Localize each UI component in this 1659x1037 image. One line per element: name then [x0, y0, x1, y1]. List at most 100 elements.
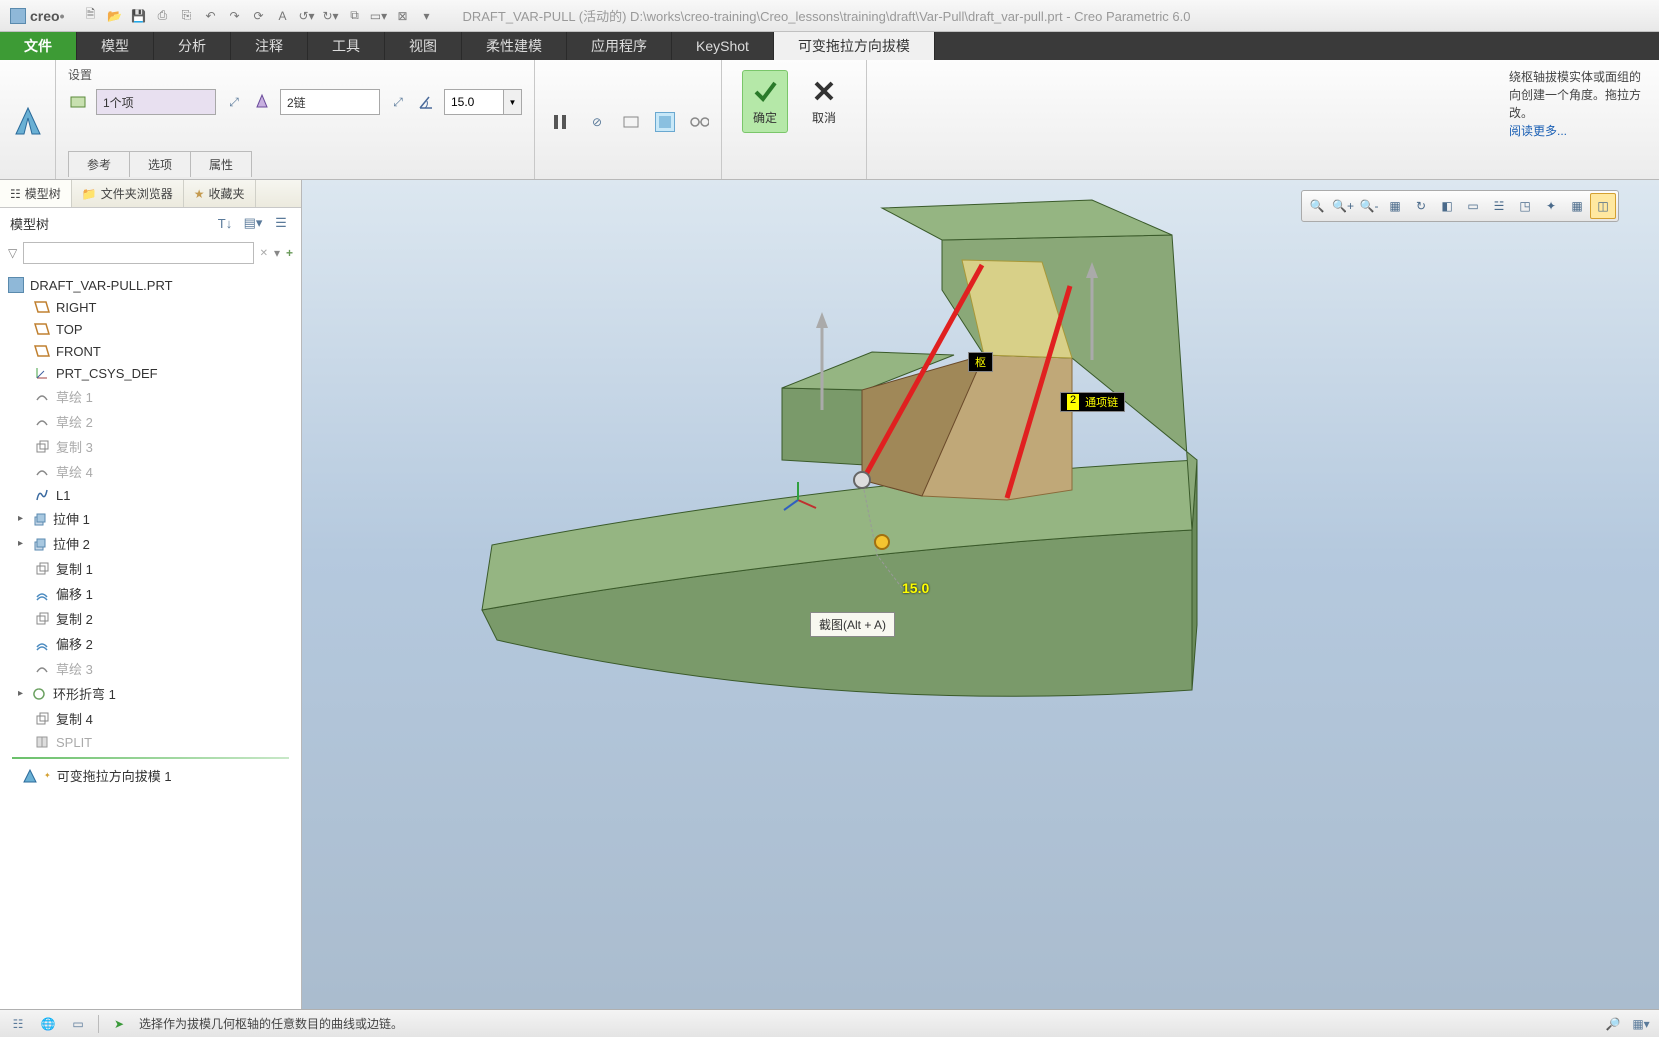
tree-item-0[interactable]: RIGHT	[4, 296, 297, 318]
flip-icon-1[interactable]: ⤢	[224, 92, 244, 112]
verify-icon[interactable]	[621, 112, 641, 132]
tab-analysis[interactable]: 分析	[154, 32, 231, 60]
tree-item-4[interactable]: 草绘 1	[4, 384, 297, 409]
flip-icon-2[interactable]: ⤢	[388, 92, 408, 112]
clear-icon[interactable]: ✕	[260, 248, 268, 259]
angle-dimension[interactable]: 15.0	[902, 580, 929, 596]
tree-item-15[interactable]: 草绘 3	[4, 656, 297, 681]
tab-keyshot[interactable]: KeyShot	[672, 32, 774, 60]
tab-flex[interactable]: 柔性建模	[462, 32, 567, 60]
tree-item-13[interactable]: 复制 2	[4, 606, 297, 631]
more-icon[interactable]: ▾	[416, 6, 436, 26]
sb-selection-icon[interactable]: ▦▾	[1631, 1014, 1651, 1034]
add-icon[interactable]: +	[286, 246, 293, 260]
pull-collector[interactable]: 2链	[280, 89, 380, 115]
surface-collector-icon[interactable]	[68, 92, 88, 112]
undo-dd-icon[interactable]: ↺▾	[296, 6, 316, 26]
filter-icon[interactable]: ▽	[8, 246, 17, 260]
tab-model[interactable]: 模型	[77, 32, 154, 60]
subtab-props[interactable]: 属性	[190, 151, 252, 177]
angle-dropdown[interactable]: ▼	[504, 89, 522, 115]
tree-tool-3[interactable]: ☰	[271, 213, 291, 233]
undo-icon[interactable]: ↶	[200, 6, 220, 26]
panel-tab-modeltree[interactable]: ☷ 模型树	[0, 180, 72, 207]
bend-icon	[31, 686, 47, 702]
viewport[interactable]: 🔍 🔍+ 🔍- ▦ ↻ ◧ ▭ ☱ ◳ ✦ ▦ ◫	[302, 180, 1659, 1009]
model-tree-panel: ☷ 模型树 📁 文件夹浏览器 ★ 收藏夹 模型树 T↓ ▤▾ ☰ ▽ ✕	[0, 180, 302, 1009]
tree-item-14[interactable]: 偏移 2	[4, 631, 297, 656]
tree-item-6[interactable]: 复制 3	[4, 434, 297, 459]
tree-item-3[interactable]: PRT_CSYS_DEF	[4, 362, 297, 384]
sketch-icon	[34, 661, 50, 677]
tree-root[interactable]: DRAFT_VAR-PULL.PRT	[4, 274, 297, 296]
tree-tool-2[interactable]: ▤▾	[243, 213, 263, 233]
tree-item-5[interactable]: 草绘 2	[4, 409, 297, 434]
tab-view[interactable]: 视图	[385, 32, 462, 60]
sb-browser-icon[interactable]: 🌐	[38, 1014, 58, 1034]
regen-icon[interactable]: ⟳	[248, 6, 268, 26]
panel-tab-fav[interactable]: ★ 收藏夹	[184, 180, 256, 207]
angle-input[interactable]: 15.0	[444, 89, 504, 115]
tree-item-16[interactable]: 环形折弯 1	[4, 681, 297, 706]
tab-draft[interactable]: 可变拖拉方向拔模	[774, 32, 935, 60]
pivot-label[interactable]: 枢	[968, 352, 993, 372]
subtab-refs[interactable]: 参考	[68, 151, 130, 177]
plane-icon	[34, 321, 50, 337]
panel-tab-folder[interactable]: 📁 文件夹浏览器	[72, 180, 184, 207]
tree-tool-1[interactable]: T↓	[215, 213, 235, 233]
copy-icon[interactable]: ⧉	[344, 6, 364, 26]
draft-feature-icon	[8, 102, 48, 142]
window-icon[interactable]: ▭▾	[368, 6, 388, 26]
chain-label[interactable]: 2 通项链	[1060, 392, 1125, 412]
model-tree[interactable]: DRAFT_VAR-PULL.PRT RIGHTTOPFRONTPRT_CSYS…	[0, 268, 301, 1009]
tree-item-label: 草绘 2	[56, 412, 93, 431]
pull-dir-icon[interactable]	[252, 92, 272, 112]
ok-button[interactable]: 确定	[742, 70, 788, 133]
tab-file[interactable]: 文件	[0, 32, 77, 60]
plane-icon	[34, 299, 50, 315]
tree-item-18[interactable]: SPLIT	[4, 731, 297, 753]
sb-window-icon[interactable]: ▭	[68, 1014, 88, 1034]
tab-tools[interactable]: 工具	[308, 32, 385, 60]
panel-tab-label: 模型树	[25, 185, 61, 202]
extrude-icon	[31, 511, 47, 527]
tree-item-12[interactable]: 偏移 1	[4, 581, 297, 606]
tree-item-label: 环形折弯 1	[53, 684, 116, 703]
pivot-text: 枢	[975, 357, 986, 369]
tree-item-11[interactable]: 复制 1	[4, 556, 297, 581]
help-link[interactable]: 阅读更多...	[1509, 122, 1649, 140]
tab-annotate[interactable]: 注释	[231, 32, 308, 60]
sb-find-icon[interactable]: 🔎	[1603, 1014, 1623, 1034]
sb-tree-icon[interactable]: ☷	[8, 1014, 28, 1034]
no-preview-icon[interactable]: ⊘	[587, 112, 607, 132]
save-as-icon[interactable]: ⎙	[152, 6, 172, 26]
tree-item-8[interactable]: L1	[4, 484, 297, 506]
hinge-value: 1个项	[103, 94, 134, 111]
print-icon[interactable]: ⎘	[176, 6, 196, 26]
tree-search-input[interactable]	[23, 242, 253, 264]
tree-item-1[interactable]: TOP	[4, 318, 297, 340]
tab-apps[interactable]: 应用程序	[567, 32, 672, 60]
hinge-collector[interactable]: 1个项	[96, 89, 216, 115]
save-icon[interactable]: 💾	[128, 6, 148, 26]
text-icon[interactable]: A	[272, 6, 292, 26]
redo-dd-icon[interactable]: ↻▾	[320, 6, 340, 26]
subtab-options[interactable]: 选项	[129, 151, 191, 177]
open-icon[interactable]: 📂	[104, 6, 124, 26]
root-label: DRAFT_VAR-PULL.PRT	[30, 278, 173, 293]
plane-icon	[34, 343, 50, 359]
tree-item-10[interactable]: 拉伸 2	[4, 531, 297, 556]
tree-item-17[interactable]: 复制 4	[4, 706, 297, 731]
attach-icon[interactable]	[655, 112, 675, 132]
pause-icon[interactable]	[547, 109, 573, 135]
tree-item-2[interactable]: FRONT	[4, 340, 297, 362]
redo-icon[interactable]: ↷	[224, 6, 244, 26]
tree-item-9[interactable]: 拉伸 1	[4, 506, 297, 531]
glasses-icon[interactable]	[689, 112, 709, 132]
close-win-icon[interactable]: ⊠	[392, 6, 412, 26]
current-feature[interactable]: ✦ 可变拖拉方向拔模 1	[4, 763, 297, 788]
tree-item-7[interactable]: 草绘 4	[4, 459, 297, 484]
cancel-button[interactable]: 取消	[802, 71, 846, 132]
new-icon[interactable]: 🗎	[80, 6, 100, 26]
search-dd-icon[interactable]: ▾	[274, 246, 280, 260]
